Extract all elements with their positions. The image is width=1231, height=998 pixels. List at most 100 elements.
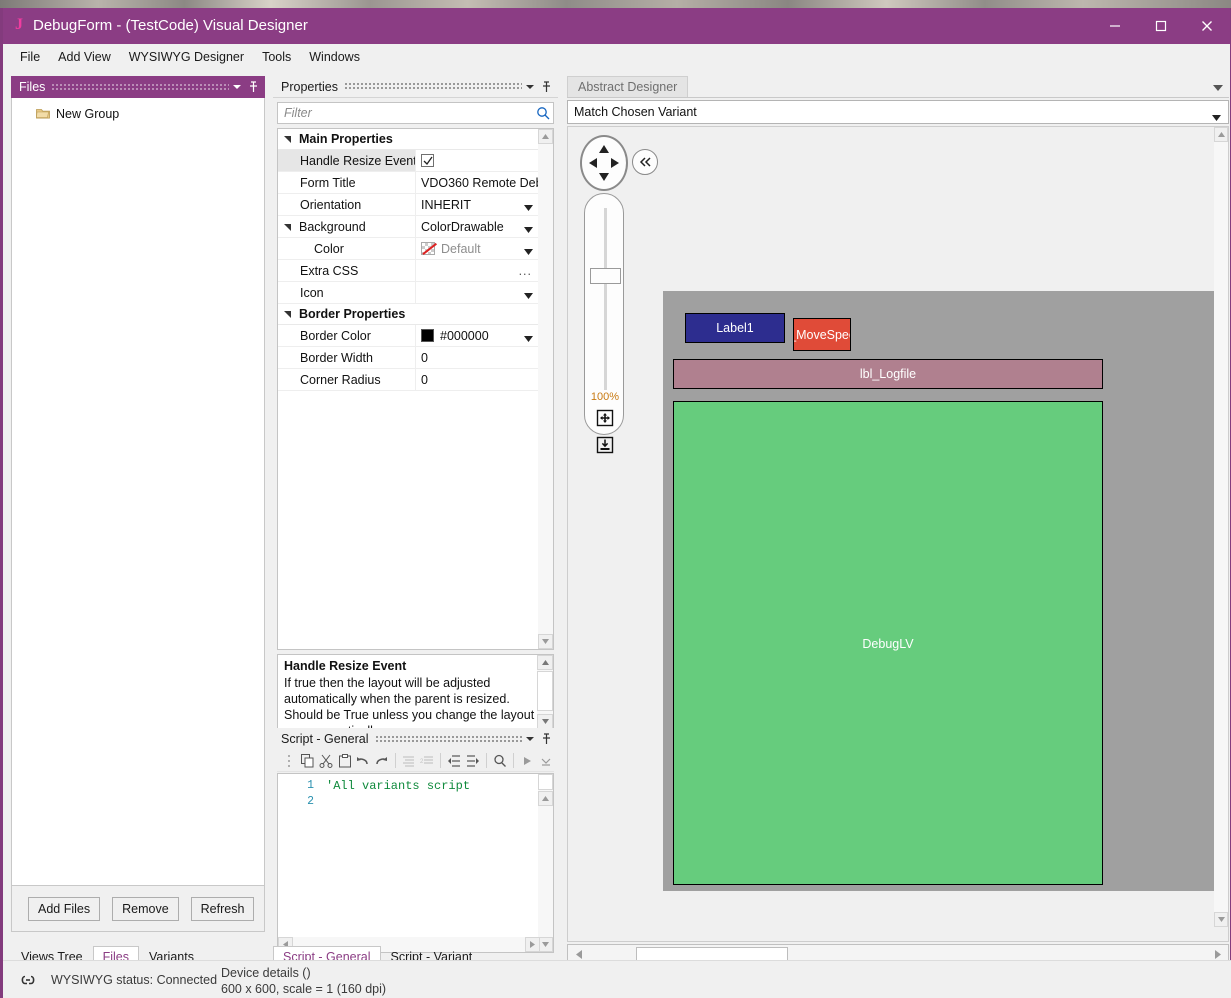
search-icon[interactable] — [533, 106, 553, 120]
pin-icon[interactable] — [245, 79, 261, 95]
property-grid[interactable]: Main Properties Handle Resize Event Form… — [277, 128, 554, 650]
menu-item-add-view[interactable]: Add View — [49, 46, 120, 68]
icon-value[interactable] — [416, 282, 538, 303]
menu-item-file[interactable]: File — [11, 46, 49, 68]
scroll-down-button[interactable] — [1214, 912, 1228, 927]
scroll-up-button[interactable] — [1214, 127, 1228, 142]
scroll-down-button[interactable] — [538, 937, 553, 952]
canvas-vertical-scrollbar[interactable] — [1214, 127, 1228, 927]
table-row[interactable]: Border Width 0 — [278, 347, 538, 369]
add-files-button[interactable]: Add Files — [28, 896, 101, 921]
chevron-down-icon[interactable] — [522, 79, 538, 95]
table-row[interactable]: Icon — [278, 282, 538, 304]
dpad-icon[interactable] — [580, 135, 628, 191]
drag-handle-icon[interactable] — [281, 751, 297, 771]
table-row[interactable]: Form Title VDO360 Remote Debug — [278, 172, 538, 194]
script-code-editor[interactable]: 1 2 'All variants script — [277, 773, 554, 953]
property-category-main[interactable]: Main Properties — [278, 129, 538, 150]
property-value[interactable] — [416, 150, 538, 171]
chevron-down-icon[interactable] — [524, 332, 533, 346]
files-tree[interactable]: New Group — [11, 98, 265, 886]
table-row[interactable]: Color Default — [278, 238, 538, 260]
extra-css-value[interactable]: ... — [416, 260, 538, 281]
files-action-buttons: Add Files Remove Refresh — [11, 886, 265, 932]
canvas-widget-label1[interactable]: Label1 — [685, 313, 785, 343]
variant-select[interactable]: Match Chosen Variant — [567, 100, 1229, 124]
ellipsis-button[interactable]: ... — [519, 264, 532, 278]
filter-input[interactable] — [278, 105, 533, 121]
run-icon[interactable] — [519, 751, 535, 771]
zoom-slider-thumb[interactable] — [590, 268, 621, 284]
outdent-icon[interactable] — [446, 751, 462, 771]
border-width-value[interactable]: 0 — [416, 347, 538, 368]
property-grid-scrollbar[interactable] — [538, 129, 553, 649]
chevron-down-icon[interactable] — [229, 79, 245, 95]
table-row[interactable]: Background ColorDrawable — [278, 216, 538, 238]
canvas-widget-move-speed[interactable]: o_MoveSpee — [793, 318, 851, 351]
description-scrollbar[interactable] — [537, 655, 553, 729]
scroll-up-button[interactable] — [538, 791, 553, 806]
chevron-down-icon[interactable] — [524, 223, 533, 237]
double-chevron-left-icon[interactable] — [632, 149, 658, 175]
table-row[interactable]: Orientation INHERIT — [278, 194, 538, 216]
chevron-down-icon[interactable] — [524, 201, 533, 215]
pin-icon[interactable] — [538, 79, 554, 95]
code-vertical-scrollbar[interactable] — [538, 774, 553, 952]
undo-icon[interactable] — [355, 751, 371, 771]
property-filter[interactable] — [277, 102, 554, 124]
handle-resize-checkbox[interactable] — [421, 154, 434, 167]
remove-button[interactable]: Remove — [112, 896, 179, 921]
scroll-down-button[interactable] — [538, 634, 553, 649]
chevron-down-icon[interactable] — [522, 731, 538, 747]
overflow-icon[interactable] — [538, 751, 554, 771]
scroll-up-button[interactable] — [537, 655, 553, 670]
paste-icon[interactable] — [336, 751, 352, 771]
form-title-value[interactable]: VDO360 Remote Debug — [416, 172, 538, 193]
chevron-down-icon[interactable] — [524, 245, 533, 259]
save-snapshot-icon[interactable] — [595, 435, 615, 455]
menu-item-windows[interactable]: Windows — [300, 46, 369, 68]
menu-item-wysiwyg-designer[interactable]: WYSIWYG Designer — [120, 46, 253, 68]
scrollbar-thumb[interactable] — [537, 671, 553, 711]
color-value[interactable]: Default — [416, 238, 538, 259]
chevron-down-icon[interactable] — [1212, 110, 1221, 124]
table-row[interactable]: Handle Resize Event — [278, 150, 538, 172]
copy-icon[interactable] — [299, 751, 315, 771]
cut-icon[interactable] — [318, 751, 334, 771]
refresh-button[interactable]: Refresh — [190, 896, 255, 921]
pin-icon[interactable] — [538, 731, 554, 747]
widget-label: Label1 — [716, 321, 754, 335]
redo-icon[interactable] — [373, 751, 389, 771]
property-category-border[interactable]: Border Properties — [278, 304, 538, 325]
background-value[interactable]: ColorDrawable — [416, 216, 538, 237]
fit-to-screen-icon[interactable] — [595, 408, 615, 428]
table-row[interactable]: Corner Radius 0 — [278, 369, 538, 391]
chevron-down-icon[interactable] — [524, 289, 533, 303]
orientation-value[interactable]: INHERIT — [416, 194, 538, 215]
zoom-slider-control[interactable]: 100% — [584, 193, 624, 454]
scroll-up-button[interactable] — [538, 129, 553, 144]
scroll-right-button[interactable] — [525, 937, 540, 952]
expander-icon[interactable] — [284, 220, 292, 234]
corner-radius-value[interactable]: 0 — [416, 369, 538, 390]
menu-item-tools[interactable]: Tools — [253, 46, 300, 68]
table-row[interactable]: Border Color #000000 — [278, 325, 538, 347]
design-canvas-host[interactable]: 100% Label1 MoveSpe lbl_Logfile DebugLV — [567, 126, 1229, 942]
tab-abstract-designer[interactable]: Abstract Designer — [567, 76, 689, 97]
scroll-down-button[interactable] — [537, 714, 553, 729]
minimize-button[interactable] — [1092, 8, 1138, 44]
find-icon[interactable] — [492, 751, 508, 771]
table-row[interactable]: Extra CSS ... — [278, 260, 538, 282]
maximize-button[interactable] — [1138, 8, 1184, 44]
border-color-value[interactable]: #000000 — [416, 325, 538, 346]
device-canvas[interactable]: Label1 o_MoveSpee lbl_Logfile DebugLV — [663, 291, 1215, 891]
zoom-slider-track[interactable] — [604, 208, 607, 390]
scrollbar-thumb[interactable] — [538, 774, 553, 790]
indent-icon[interactable] — [465, 751, 481, 771]
close-button[interactable] — [1184, 8, 1230, 44]
canvas-widget-lbl-logfile[interactable]: lbl_Logfile — [673, 359, 1103, 389]
chevron-down-icon[interactable] — [1213, 81, 1223, 95]
canvas-widget-debuglv[interactable]: DebugLV — [673, 401, 1103, 885]
code-content[interactable]: 'All variants script — [326, 778, 471, 794]
list-item[interactable]: New Group — [12, 104, 264, 124]
